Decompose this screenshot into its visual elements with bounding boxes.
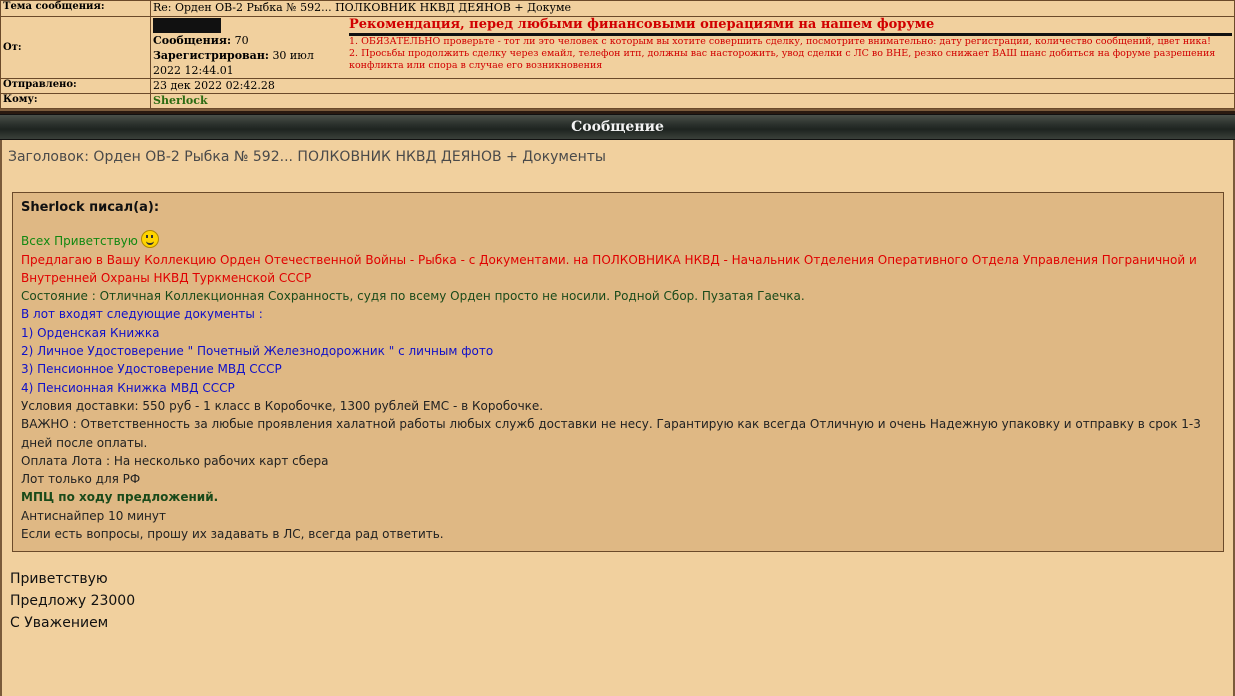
questions-text: Если есть вопросы, прошу их задавать в Л… xyxy=(21,527,444,542)
reply-text: Приветствую Предложу 23000 С Уважением xyxy=(8,568,1227,634)
redacted-username xyxy=(153,18,221,33)
from-label: От: xyxy=(0,16,151,79)
sender-info: Сообщения: 70 Зарегистрирован: 30 июл 20… xyxy=(153,17,345,78)
posts-label: Сообщения: xyxy=(153,34,232,47)
recommendation-item-2: 2. Просьбы продолжить сделку через емайл… xyxy=(349,48,1216,71)
mpc-text: МПЦ по ходу предложений. xyxy=(21,490,219,505)
reply-line: С Уважением xyxy=(10,615,109,632)
recipient-link[interactable]: Sherlock xyxy=(153,94,208,107)
condition-text: Состояние : Отличная Коллекционная Сохра… xyxy=(21,289,805,304)
doc-item: 4) Пенсионная Книжка МВД СССР xyxy=(21,380,235,395)
reply-line: Предложу 23000 xyxy=(10,593,136,610)
payment-text: Оплата Лота : На несколько рабочих карт … xyxy=(21,453,329,468)
posts-value: 70 xyxy=(234,34,249,47)
recommendation-title: Рекомендация, перед любыми финансовыми о… xyxy=(349,17,1232,36)
sent-value: 23 дек 2022 02:42.28 xyxy=(150,78,1235,94)
doc-item: 2) Личное Удостоверение " Почетный Желез… xyxy=(21,344,494,359)
reply-line: Приветствую xyxy=(10,571,108,588)
subject-label: Тема сообщения: xyxy=(0,0,151,17)
quote-block: Sherlock писал(а): Всех Приветствую Пред… xyxy=(12,192,1224,553)
rf-only-text: Лот только для РФ xyxy=(21,472,141,487)
smiley-icon xyxy=(140,230,159,249)
delivery-text: Условия доставки: 550 руб - 1 класс в Ко… xyxy=(21,398,544,413)
registered-label: Зарегистрирован: xyxy=(153,49,269,62)
recommendation-item-1: 1. ОБЯЗАТЕЛЬНО проверьте - тот ли это че… xyxy=(349,36,1211,47)
sent-label: Отправлено: xyxy=(0,78,151,94)
message-header-table: Тема сообщения: Re: Орден ОВ-2 Рыбка № 5… xyxy=(0,0,1235,109)
offer-text: Предлагаю в Вашу Коллекцию Орден Отечест… xyxy=(21,252,1197,285)
doc-item: 3) Пенсионное Удостоверение МВД СССР xyxy=(21,362,282,377)
greeting-text: Всех Приветствую xyxy=(21,234,138,249)
message-body: Заголовок: Орден ОВ-2 Рыбка № 592... ПОЛ… xyxy=(0,140,1235,696)
from-cell: Сообщения: 70 Зарегистрирован: 30 июл 20… xyxy=(150,16,1235,79)
message-banner: Сообщение xyxy=(0,114,1235,140)
quote-author: Sherlock писал(а): xyxy=(21,200,160,215)
important-text: ВАЖНО : Ответственность за любые проявле… xyxy=(21,417,1201,450)
message-topic: Заголовок: Орден ОВ-2 Рыбка № 592... ПОЛ… xyxy=(8,149,606,165)
docs-intro: В лот входят следующие документы : xyxy=(21,307,263,322)
antisniper-text: Антиснайпер 10 минут xyxy=(21,508,166,523)
recommendation-box: Рекомендация, перед любыми финансовыми о… xyxy=(345,17,1232,78)
subject-value: Re: Орден ОВ-2 Рыбка № 592... ПОЛКОВНИК … xyxy=(150,0,1235,17)
to-label: Кому: xyxy=(0,93,151,109)
doc-item: 1) Орденская Книжка xyxy=(21,325,160,340)
